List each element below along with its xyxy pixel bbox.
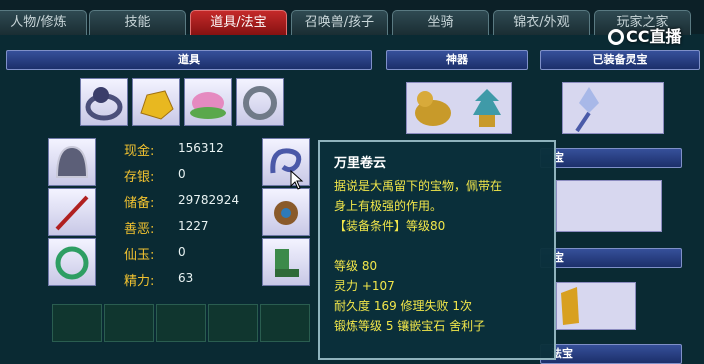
inventory-cell[interactable] xyxy=(208,304,258,342)
cc-logo: CC直播 xyxy=(608,25,698,49)
equip-slot-weapon[interactable] xyxy=(48,188,96,236)
quick-item-row xyxy=(80,78,288,128)
equip-slot-boots[interactable] xyxy=(262,238,310,286)
stat-label: 现金: xyxy=(124,144,155,159)
tooltip-line: 耐久度 169 修理失败 1次 xyxy=(334,299,472,313)
spirit-slot[interactable] xyxy=(563,83,615,135)
tab-skills[interactable]: 技能 xyxy=(89,10,186,35)
artifact-panel xyxy=(406,82,512,134)
spirit-empty-slot[interactable] xyxy=(556,180,662,232)
crystal-staff-icon xyxy=(575,87,599,133)
tooltip-title: 万里卷云 xyxy=(334,156,387,171)
spirit-slot-header: 宝 xyxy=(540,148,682,168)
inventory-grid xyxy=(52,304,314,360)
item-slot[interactable] xyxy=(132,78,180,126)
pagoda-icon xyxy=(473,89,501,127)
mouse-cursor-icon xyxy=(290,170,304,190)
stat-value: 0 xyxy=(178,167,186,181)
magic-treasure-header: 法宝 xyxy=(540,344,682,364)
inventory-cell[interactable] xyxy=(156,304,206,342)
stat-label: 精力: xyxy=(124,274,155,289)
tab-pets[interactable]: 召唤兽/孩子 xyxy=(291,10,388,35)
spirit-panel xyxy=(562,82,664,134)
necklace-icon xyxy=(55,246,89,280)
artifact-header: 神器 xyxy=(386,50,528,70)
stat-label: 存银: xyxy=(124,170,155,185)
armor-icon xyxy=(274,201,298,225)
equip-slot-helmet[interactable] xyxy=(48,138,96,186)
gold-ingot-icon xyxy=(140,90,174,120)
stat-value: 0 xyxy=(178,245,186,259)
ring-icon xyxy=(85,87,123,121)
spear-icon xyxy=(55,195,89,231)
tab-character[interactable]: 人物/修炼 xyxy=(0,10,87,35)
tab-bar: 人物/修炼 技能 道具/法宝 召唤兽/孩子 坐骑 锦衣/外观 玩家之家 xyxy=(0,0,704,35)
item-slot[interactable] xyxy=(184,78,232,126)
tooltip-line: 等级 80 xyxy=(334,259,378,273)
tab-outfit[interactable]: 锦衣/外观 xyxy=(493,10,590,35)
treasure-icon xyxy=(561,287,579,325)
artifact-slot[interactable] xyxy=(407,83,459,135)
helmet-icon xyxy=(55,145,89,178)
silver-ring-icon xyxy=(243,86,277,120)
spirit-slot-header: 宝 xyxy=(540,248,682,268)
equip-slot-necklace[interactable] xyxy=(48,238,96,286)
tooltip-line: 灵力 +107 xyxy=(334,279,395,293)
stat-label: 善恶: xyxy=(124,222,155,237)
boots-icon xyxy=(275,249,299,277)
stat-value: 29782924 xyxy=(178,193,240,207)
equip-slot-armor[interactable] xyxy=(262,188,310,236)
spirit-header: 已装备灵宝 xyxy=(540,50,700,70)
stats-panel: 现金: 156312 存银: 0 储备: 29782924 善恶: 1227 仙… xyxy=(124,140,254,290)
tab-mount[interactable]: 坐骑 xyxy=(392,10,489,35)
golden-beast-icon xyxy=(415,91,451,126)
spirit-slot-filled[interactable] xyxy=(556,282,636,330)
stat-label: 仙玉: xyxy=(124,248,155,263)
tooltip-requirement: 【装备条件】等级80 xyxy=(334,219,446,233)
stat-value: 63 xyxy=(178,271,194,285)
tooltip-desc: 身上有极强的作用。 xyxy=(334,199,443,213)
cc-logo-icon xyxy=(608,29,624,45)
artifact-slot[interactable] xyxy=(461,83,513,135)
stat-value: 156312 xyxy=(178,141,224,155)
items-header: 道具 xyxy=(6,50,372,70)
lotus-icon xyxy=(190,92,226,119)
cc-logo-text: CC直播 xyxy=(626,27,682,46)
tab-items[interactable]: 道具/法宝 xyxy=(190,10,287,35)
item-slot[interactable] xyxy=(236,78,284,126)
item-slot[interactable] xyxy=(80,78,128,126)
stat-label: 储备: xyxy=(124,196,155,211)
inventory-cell[interactable] xyxy=(52,304,102,342)
tooltip-desc: 据说是大禹留下的宝物，佩带在 xyxy=(334,179,503,193)
item-tooltip: 万里卷云 据说是大禹留下的宝物，佩带在 身上有极强的作用。 【装备条件】等级80… xyxy=(318,140,556,360)
tooltip-line: 锻炼等级 5 镶嵌宝石 舍利子 xyxy=(334,319,486,333)
inventory-cell[interactable] xyxy=(260,304,310,342)
stat-value: 1227 xyxy=(178,219,209,233)
inventory-cell[interactable] xyxy=(104,304,154,342)
